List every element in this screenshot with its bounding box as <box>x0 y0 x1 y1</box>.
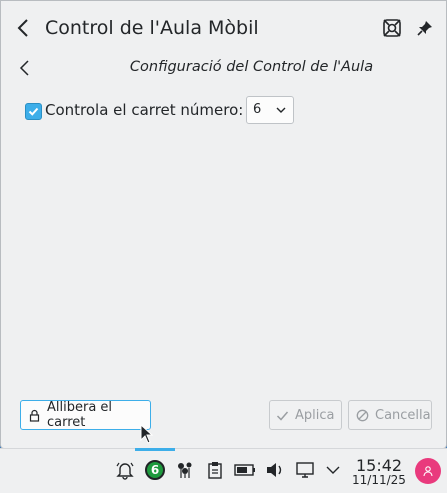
applet-popup: Control de l'Aula Mòbil Configuració del… <box>0 0 447 449</box>
lifebuoy-icon[interactable] <box>379 15 405 41</box>
taskbar: 6 15:42 11/11/25 <box>0 448 447 493</box>
bell-icon[interactable] <box>114 459 136 481</box>
display-icon[interactable] <box>294 459 316 481</box>
app-title: Control de l'Aula Mòbil <box>45 17 259 39</box>
cart-control-tray-icon[interactable]: 6 <box>144 459 166 481</box>
pin-icon[interactable] <box>412 15 438 41</box>
user-icon <box>423 466 433 477</box>
cancel-icon <box>356 409 369 422</box>
cart-number-value: 6 <box>253 102 262 117</box>
control-cart-checkbox[interactable] <box>25 103 42 120</box>
cancel-label: Cancella <box>375 407 431 423</box>
release-cart-label: Allibera el carret <box>47 400 113 430</box>
release-cart-button[interactable]: Allibera el carret <box>20 400 151 430</box>
sub-header: Configuració del Control de l'Aula <box>1 53 446 83</box>
apply-button[interactable]: Aplica <box>269 400 342 430</box>
volume-icon[interactable] <box>264 459 286 481</box>
cart-number-badge: 6 <box>145 460 165 480</box>
network-icon[interactable] <box>174 459 196 481</box>
cancel-button[interactable]: Cancella <box>348 400 432 430</box>
active-task-indicator <box>135 448 175 451</box>
check-icon <box>28 107 39 116</box>
chevron-down-icon[interactable] <box>322 459 344 481</box>
avatar[interactable] <box>415 458 441 484</box>
back-icon[interactable] <box>14 17 34 39</box>
mouse-cursor-icon <box>140 424 154 444</box>
battery-icon[interactable] <box>234 459 256 481</box>
page-title: Configuració del Control de l'Aula <box>129 59 374 75</box>
control-cart-label[interactable]: Controla el carret número: <box>45 101 243 119</box>
check-icon <box>276 409 289 422</box>
lock-icon <box>28 409 41 422</box>
header: Control de l'Aula Mòbil <box>1 1 446 57</box>
clock-date[interactable]: 11/11/25 <box>352 473 406 487</box>
clipboard-icon[interactable] <box>204 459 226 481</box>
cart-number-combobox[interactable]: 6 <box>246 96 294 124</box>
apply-label: Aplica <box>295 407 335 423</box>
chevron-down-icon <box>276 107 286 113</box>
